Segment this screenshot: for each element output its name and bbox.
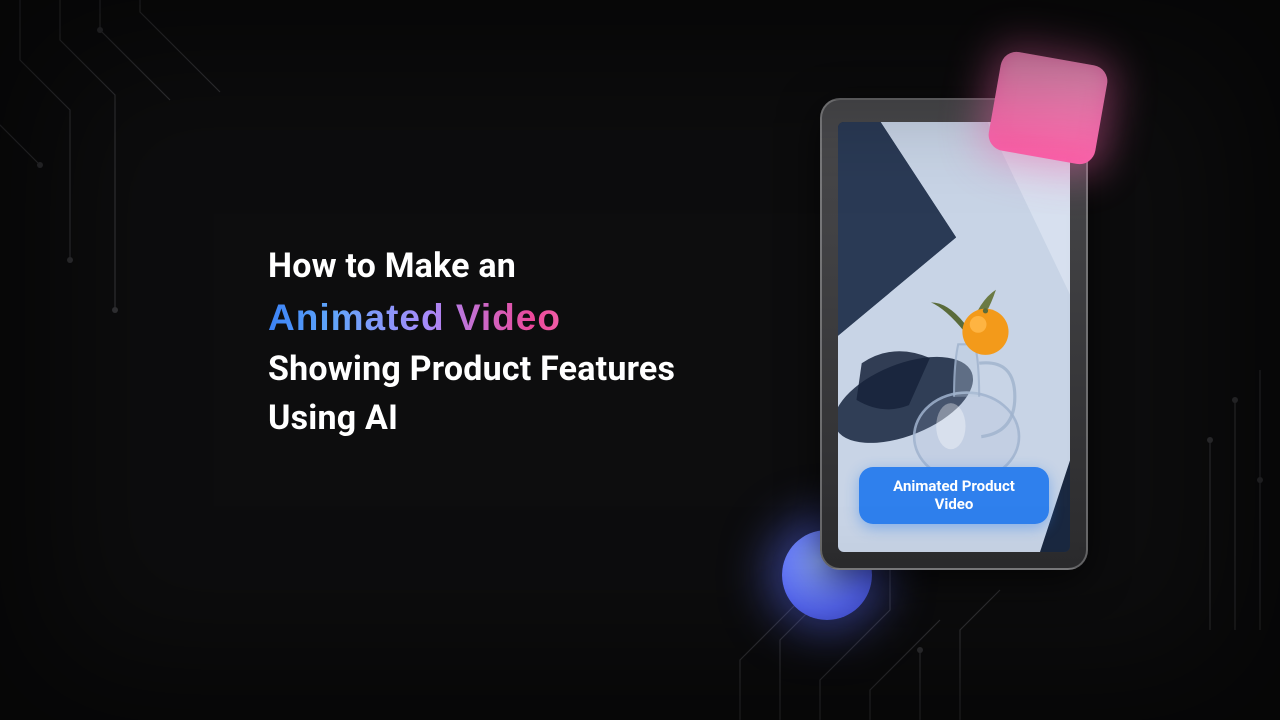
main-headline: How to Make an Animated Video Showing Pr…	[268, 242, 798, 444]
phone-mockup: Animated Product Video	[820, 98, 1088, 570]
phone-frame: Animated Product Video	[820, 98, 1088, 570]
circuit-lines-right	[1190, 370, 1280, 630]
headline-line-3: Showing Product Features	[268, 345, 798, 394]
headline-line-1: How to Make an	[268, 242, 798, 291]
animated-product-video-label: Animated Product Video	[859, 467, 1049, 525]
headline-gradient-line: Animated Video	[268, 291, 798, 345]
phone-screen-image: Animated Product Video	[838, 122, 1070, 552]
circuit-lines-top-left	[0, 0, 260, 400]
headline-line-4: Using AI	[268, 394, 798, 443]
floating-square-decor	[986, 49, 1110, 166]
